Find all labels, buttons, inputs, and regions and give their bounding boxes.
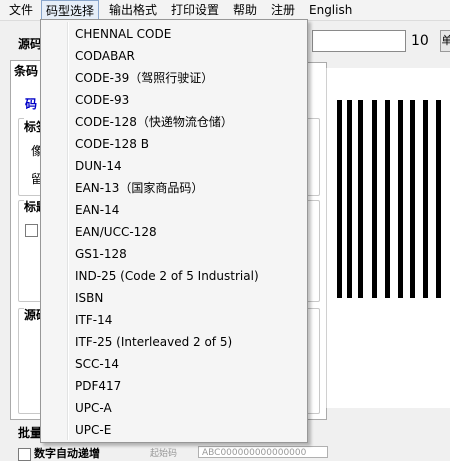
menu-item-ean-14[interactable]: EAN-14 (75, 199, 119, 221)
menu-item-codabar[interactable]: CODABAR (75, 45, 135, 67)
barcode-bar (398, 100, 403, 298)
menu-item-code-93[interactable]: CODE-93 (75, 89, 129, 111)
barcode-bar (372, 100, 377, 298)
menu-item-ean-ucc-128[interactable]: EAN/UCC-128 (75, 221, 157, 243)
menu-bar: 文件 码型选择 输出格式 打印设置 帮助 注册 English (0, 0, 450, 21)
menu-item-ind-25[interactable]: IND-25 (Code 2 of 5 Industrial) (75, 265, 259, 287)
barcode-bar (358, 100, 363, 298)
barcode-bar (337, 100, 342, 298)
menu-item-code-128b[interactable]: CODE-128 B (75, 133, 149, 155)
menu-item-code-128[interactable]: CODE-128（快递物流仓储） (75, 111, 233, 133)
tab-barcode[interactable]: 条码 (10, 60, 44, 80)
auto-increment-label: 数字自动递增 (34, 447, 100, 460)
auto-increment-checkbox[interactable] (18, 448, 31, 461)
barcode-preview (326, 68, 450, 408)
menu-english[interactable]: English (305, 0, 356, 20)
start-code-input[interactable]: ABC000000000000000 (198, 446, 328, 458)
menu-item-code-39[interactable]: CODE-39（驾照行驶证） (75, 67, 213, 89)
menu-output-format[interactable]: 输出格式 (105, 0, 161, 20)
menu-register[interactable]: 注册 (267, 0, 299, 20)
menu-item-itf-25[interactable]: ITF-25 (Interleaved 2 of 5) (75, 331, 232, 353)
count-value: 10 (411, 33, 429, 49)
menu-item-gs1-128[interactable]: GS1-128 (75, 243, 127, 265)
barcode-bar (423, 100, 428, 298)
barcode-type-menu: CHENNAL CODE CODABAR CODE-39（驾照行驶证） CODE… (40, 19, 308, 443)
menu-item-isbn[interactable]: ISBN (75, 287, 103, 309)
menu-item-ean-13[interactable]: EAN-13（国家商品码） (75, 177, 203, 199)
side-button[interactable]: 单 (440, 30, 450, 52)
menu-item-scc-14[interactable]: SCC-14 (75, 353, 119, 375)
source-label: 源码 (18, 37, 43, 51)
menu-gutter (67, 22, 69, 440)
code-label: 码 (25, 97, 38, 111)
menu-print-settings[interactable]: 打印设置 (167, 0, 223, 20)
batch-label: 批量 (18, 426, 43, 440)
barcode-bar (347, 100, 352, 298)
menu-barcode-type[interactable]: 码型选择 (41, 0, 99, 20)
menu-item-chennal-code[interactable]: CHENNAL CODE (75, 23, 171, 45)
menu-item-dun-14[interactable]: DUN-14 (75, 155, 122, 177)
menu-item-pdf417[interactable]: PDF417 (75, 375, 121, 397)
title-checkbox[interactable] (25, 224, 38, 237)
barcode-bar (385, 100, 390, 298)
start-code-label: 起始码 (150, 449, 178, 459)
menu-help[interactable]: 帮助 (229, 0, 261, 20)
barcode-bar (410, 100, 415, 298)
source-input[interactable] (312, 30, 406, 52)
barcode-bar (436, 100, 441, 298)
menu-file[interactable]: 文件 (5, 0, 37, 20)
menu-item-upc-e[interactable]: UPC-E (75, 419, 111, 441)
menu-item-itf-14[interactable]: ITF-14 (75, 309, 112, 331)
menu-item-upc-a[interactable]: UPC-A (75, 397, 112, 419)
